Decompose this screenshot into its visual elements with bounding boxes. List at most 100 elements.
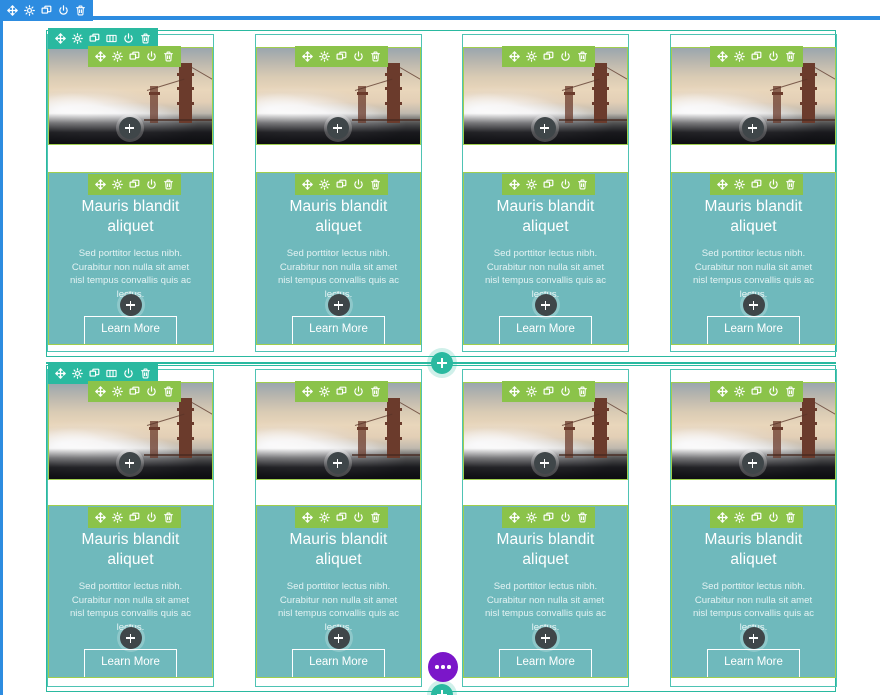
power-icon[interactable] — [143, 507, 160, 528]
learn-more-button[interactable]: Learn More — [499, 649, 592, 677]
gear-icon[interactable] — [109, 46, 126, 67]
gear-icon[interactable] — [21, 0, 38, 21]
add-module-button[interactable] — [742, 627, 765, 649]
add-module-button[interactable] — [533, 117, 556, 139]
gear-icon[interactable] — [731, 381, 748, 402]
move-icon[interactable] — [92, 507, 109, 528]
move-icon[interactable] — [92, 46, 109, 67]
learn-more-button[interactable]: Learn More — [707, 316, 800, 344]
add-module-button[interactable] — [119, 627, 142, 649]
trash-icon[interactable] — [782, 46, 799, 67]
power-icon[interactable] — [55, 0, 72, 21]
move-icon[interactable] — [506, 381, 523, 402]
power-icon[interactable] — [350, 381, 367, 402]
trash-icon[interactable] — [574, 507, 591, 528]
add-module-button[interactable] — [742, 294, 765, 316]
move-icon[interactable] — [52, 28, 69, 49]
add-module-button[interactable] — [326, 117, 349, 139]
section-toolbar[interactable] — [0, 0, 93, 21]
add-module-button[interactable] — [534, 627, 557, 649]
duplicate-icon[interactable] — [126, 381, 143, 402]
move-icon[interactable] — [714, 46, 731, 67]
gear-icon[interactable] — [523, 507, 540, 528]
gear-icon[interactable] — [316, 46, 333, 67]
trash-icon[interactable] — [782, 507, 799, 528]
trash-icon[interactable] — [367, 507, 384, 528]
move-icon[interactable] — [506, 507, 523, 528]
image-module-toolbar-r1-c4[interactable] — [710, 46, 803, 67]
image-module-toolbar-r1-c1[interactable] — [88, 46, 181, 67]
power-icon[interactable] — [350, 174, 367, 195]
duplicate-icon[interactable] — [126, 507, 143, 528]
move-icon[interactable] — [714, 381, 731, 402]
power-icon[interactable] — [350, 46, 367, 67]
move-icon[interactable] — [299, 507, 316, 528]
add-module-button[interactable] — [326, 452, 349, 474]
power-icon[interactable] — [143, 46, 160, 67]
duplicate-icon[interactable] — [748, 381, 765, 402]
learn-more-button[interactable]: Learn More — [84, 316, 177, 344]
power-icon[interactable] — [557, 381, 574, 402]
gear-icon[interactable] — [69, 363, 86, 384]
add-module-button[interactable] — [533, 452, 556, 474]
trash-icon[interactable] — [160, 507, 177, 528]
gear-icon[interactable] — [316, 507, 333, 528]
move-icon[interactable] — [52, 363, 69, 384]
gear-icon[interactable] — [109, 381, 126, 402]
blurb-card-module-r2-c3[interactable]: Mauris blandit aliquet Sed porttitor lec… — [463, 505, 628, 678]
duplicate-icon[interactable] — [540, 381, 557, 402]
image-module-toolbar-r1-c2[interactable] — [295, 46, 388, 67]
learn-more-button[interactable]: Learn More — [707, 649, 800, 677]
builder-settings-fab[interactable] — [428, 652, 458, 682]
duplicate-icon[interactable] — [540, 507, 557, 528]
trash-icon[interactable] — [160, 46, 177, 67]
learn-more-button[interactable]: Learn More — [292, 316, 385, 344]
card-module-toolbar-r2-c2[interactable] — [295, 507, 388, 528]
gear-icon[interactable] — [523, 174, 540, 195]
duplicate-icon[interactable] — [748, 46, 765, 67]
move-icon[interactable] — [299, 46, 316, 67]
trash-icon[interactable] — [72, 0, 89, 21]
duplicate-icon[interactable] — [38, 0, 55, 21]
trash-icon[interactable] — [367, 46, 384, 67]
power-icon[interactable] — [557, 507, 574, 528]
blurb-card-module-r1-c3[interactable]: Mauris blandit aliquet Sed porttitor lec… — [463, 172, 628, 345]
add-module-button[interactable] — [327, 294, 350, 316]
trash-icon[interactable] — [782, 174, 799, 195]
power-icon[interactable] — [765, 46, 782, 67]
add-module-button[interactable] — [741, 117, 764, 139]
power-icon[interactable] — [350, 507, 367, 528]
move-icon[interactable] — [714, 507, 731, 528]
power-icon[interactable] — [765, 507, 782, 528]
trash-icon[interactable] — [782, 381, 799, 402]
learn-more-button[interactable]: Learn More — [499, 316, 592, 344]
duplicate-icon[interactable] — [748, 507, 765, 528]
gear-icon[interactable] — [316, 381, 333, 402]
gear-icon[interactable] — [316, 174, 333, 195]
gear-icon[interactable] — [523, 381, 540, 402]
duplicate-icon[interactable] — [333, 381, 350, 402]
card-module-toolbar-r1-c3[interactable] — [502, 174, 595, 195]
gear-icon[interactable] — [523, 46, 540, 67]
trash-icon[interactable] — [574, 46, 591, 67]
blurb-card-module-r1-c1[interactable]: Mauris blandit aliquet Sed porttitor lec… — [48, 172, 213, 345]
duplicate-icon[interactable] — [540, 46, 557, 67]
move-icon[interactable] — [299, 174, 316, 195]
duplicate-icon[interactable] — [333, 507, 350, 528]
blurb-card-module-r2-c1[interactable]: Mauris blandit aliquet Sed porttitor lec… — [48, 505, 213, 678]
image-module-toolbar-r2-c1[interactable] — [88, 381, 181, 402]
gear-icon[interactable] — [109, 174, 126, 195]
add-module-button[interactable] — [119, 294, 142, 316]
power-icon[interactable] — [557, 46, 574, 67]
trash-icon[interactable] — [367, 381, 384, 402]
gear-icon[interactable] — [109, 507, 126, 528]
add-row-button-bottom[interactable] — [431, 684, 453, 695]
blurb-card-module-r1-c2[interactable]: Mauris blandit aliquet Sed porttitor lec… — [256, 172, 421, 345]
add-module-button[interactable] — [118, 452, 141, 474]
move-icon[interactable] — [506, 174, 523, 195]
image-module-toolbar-r2-c3[interactable] — [502, 381, 595, 402]
move-icon[interactable] — [506, 46, 523, 67]
blurb-card-module-r2-c2[interactable]: Mauris blandit aliquet Sed porttitor lec… — [256, 505, 421, 678]
duplicate-icon[interactable] — [748, 174, 765, 195]
image-module-toolbar-r2-c2[interactable] — [295, 381, 388, 402]
